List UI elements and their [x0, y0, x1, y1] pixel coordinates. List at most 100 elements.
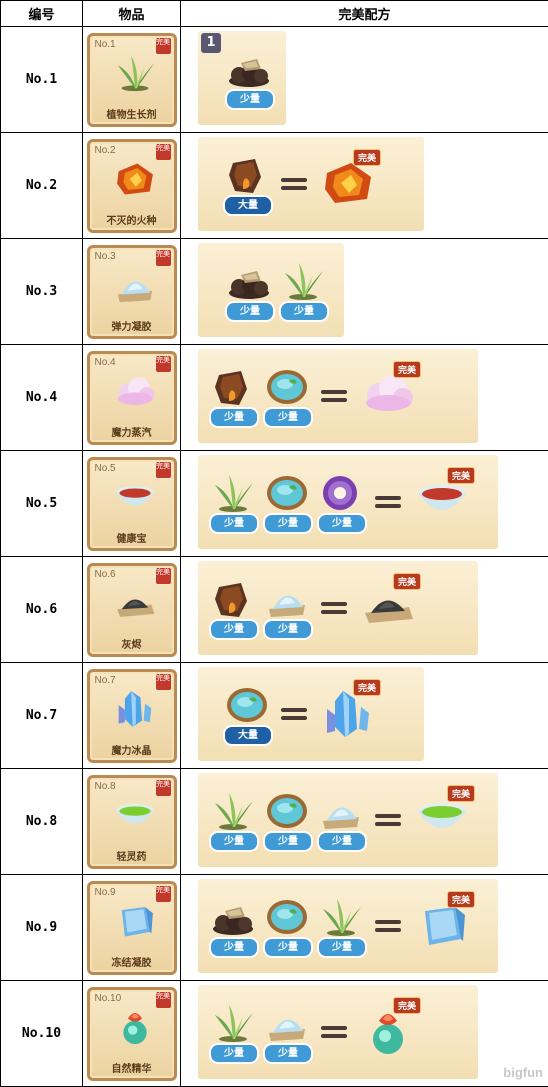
item-cell: No.2 完美不灭的火种	[82, 132, 181, 239]
item-name: 健康宝	[116, 533, 147, 545]
amount-label: 少量	[209, 831, 259, 852]
item-card: No.6 完美 灰烬	[86, 562, 177, 657]
item-cell: No.8 完美轻灵药	[82, 768, 181, 875]
card-number: No.7	[94, 674, 116, 686]
amount-label: 少量	[263, 407, 313, 428]
card-perfect-badge: 完美	[155, 461, 171, 478]
item-card: No.5 完美 健康宝	[86, 456, 177, 551]
result-item: 完美	[315, 679, 381, 745]
cloud-icon	[114, 370, 156, 412]
item-card: No.1 完美 植物生长剂	[86, 32, 177, 127]
row-number: No.1	[0, 26, 83, 133]
item-cell: No.3 完美 弹力凝胶	[82, 238, 181, 345]
fire-gem-icon	[114, 158, 156, 200]
amount-label: 少量	[279, 301, 329, 322]
header-item: 物品	[82, 0, 181, 27]
ingredient: 大量	[221, 685, 273, 747]
recipe-cell: 少量 少量 少量 完美	[180, 874, 548, 981]
card-perfect-badge: 完美	[155, 37, 171, 54]
card-number: No.2	[94, 144, 116, 156]
table-row: No.10 No.10 完美 自然精华 少量 少量 完美 bigfun	[0, 980, 548, 1087]
card-perfect-badge: 完美	[155, 779, 171, 796]
ingredient: 少量	[207, 897, 259, 959]
recipe-cell: 1 少量	[180, 26, 548, 133]
item-card: No.2 完美不灭的火种	[86, 138, 177, 233]
row-number: No.5	[0, 450, 83, 557]
result-item: 完美	[355, 361, 421, 427]
ingredient: 少量	[261, 473, 313, 535]
card-perfect-badge: 完美	[155, 143, 171, 160]
item-card: No.8 完美轻灵药	[86, 774, 177, 869]
perfect-badge: 完美	[392, 997, 421, 1014]
ingredient: 少量	[315, 473, 367, 535]
ingredient: 少量	[261, 367, 313, 429]
amount-label: 少量	[209, 407, 259, 428]
amount-label: 少量	[317, 937, 367, 958]
table-row: No.3 No.3 完美 弹力凝胶 少量 少量	[0, 238, 548, 345]
ingredient: 少量	[207, 579, 259, 641]
green-bowl-icon	[114, 794, 156, 836]
header-recipe: 完美配方	[180, 0, 548, 27]
row-number: No.8	[0, 768, 83, 875]
ice-cube-icon	[114, 900, 156, 942]
recipe-cell: 少量 少量 少量 完美	[180, 450, 548, 557]
card-number: No.3	[94, 250, 116, 262]
card-perfect-badge: 完美	[155, 567, 171, 584]
item-cell: No.7 完美 魔力冰晶	[82, 662, 181, 769]
item-card: No.10 完美 自然精华	[86, 986, 177, 1081]
equals-sign	[321, 601, 347, 615]
row-number: No.6	[0, 556, 83, 663]
item-name: 轻灵药	[116, 851, 147, 863]
table-row: No.9 No.9 完美 冻结凝胶 少量 少量 少量 完美	[0, 874, 548, 981]
ingredient: 大量	[221, 155, 273, 217]
result-item: 完美	[315, 149, 381, 215]
item-cell: No.6 完美 灰烬	[82, 556, 181, 663]
amount-label: 大量	[223, 725, 273, 746]
amount-label: 少量	[209, 513, 259, 534]
ingredient: 少量	[261, 579, 313, 641]
ingredient: 少量	[207, 367, 259, 429]
recipe-cell: 大量 完美	[180, 132, 548, 239]
perfect-badge: 完美	[446, 891, 475, 908]
amount-label: 少量	[317, 513, 367, 534]
card-number: No.8	[94, 780, 116, 792]
item-name: 不灭的火种	[106, 215, 157, 227]
ingredient: 少量	[315, 897, 367, 959]
item-cell: No.9 完美 冻结凝胶	[82, 874, 181, 981]
ash-icon	[114, 582, 156, 624]
card-perfect-badge: 完美	[155, 885, 171, 902]
result-item: 完美	[409, 785, 475, 851]
row-number: No.2	[0, 132, 83, 239]
table-row: No.4 No.4 完美 魔力蒸汽 少量 少量 完美	[0, 344, 548, 451]
item-card: No.3 完美 弹力凝胶	[86, 244, 177, 339]
ingredient: 少量	[207, 473, 259, 535]
amount-label: 少量	[263, 513, 313, 534]
equals-sign	[375, 919, 401, 933]
amount-label: 少量	[209, 619, 259, 640]
recipe-cell: 少量 少量 完美 bigfun	[180, 980, 548, 1087]
item-name: 自然精华	[111, 1063, 152, 1075]
amount-label: 少量	[317, 831, 367, 852]
item-cell: No.5 完美 健康宝	[82, 450, 181, 557]
row-number: No.4	[0, 344, 83, 451]
card-number: No.4	[94, 356, 116, 368]
equals-sign	[281, 177, 307, 191]
header-no: 编号	[0, 0, 83, 27]
crystal-icon	[114, 688, 156, 730]
recipe-cell: 少量 少量 完美	[180, 556, 548, 663]
result-item: 完美	[355, 997, 421, 1063]
recipe-cell: 少量 少量 少量 完美	[180, 768, 548, 875]
step-badge: 1	[201, 33, 221, 53]
card-number: No.9	[94, 886, 116, 898]
item-card: No.9 完美 冻结凝胶	[86, 880, 177, 975]
amount-label: 少量	[225, 301, 275, 322]
bigfun-watermark: bigfun	[503, 1065, 543, 1080]
table-row: No.8 No.8 完美 轻灵药 少量 少量 少量 完美	[0, 768, 548, 875]
row-number: No.7	[0, 662, 83, 769]
ingredient: 少量	[277, 261, 329, 323]
perfect-badge: 完美	[392, 573, 421, 590]
ingredient: 少量	[261, 1003, 313, 1065]
card-perfect-badge: 完美	[155, 355, 171, 372]
amount-label: 少量	[263, 619, 313, 640]
item-cell: No.1 完美 植物生长剂	[82, 26, 181, 133]
